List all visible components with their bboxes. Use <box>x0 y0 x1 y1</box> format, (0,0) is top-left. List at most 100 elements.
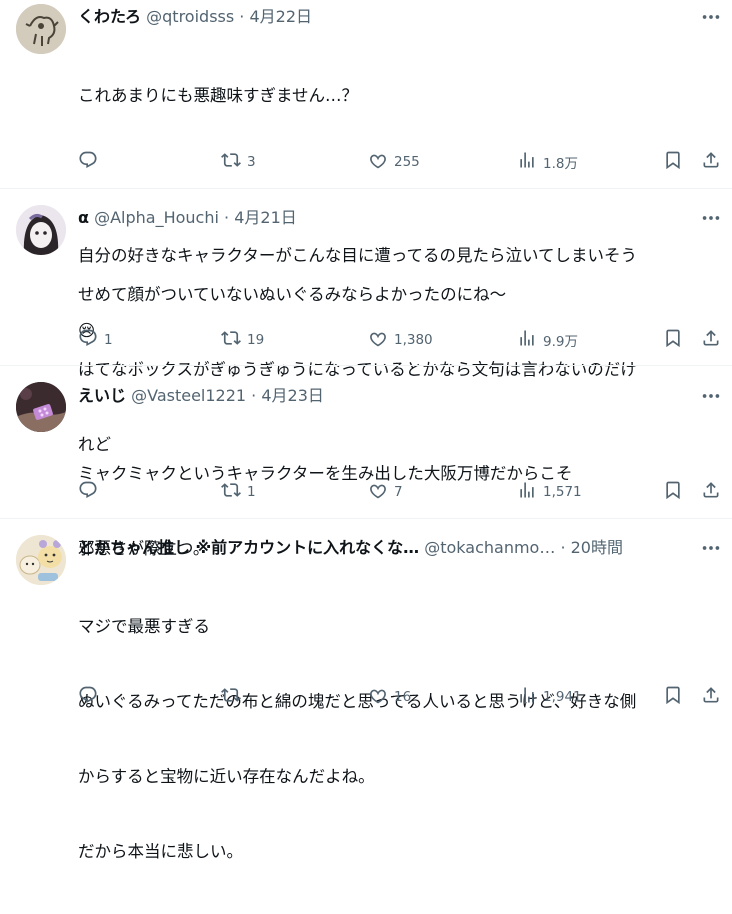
like-count: 7 <box>394 484 403 500</box>
reply-icon <box>78 328 98 352</box>
retweet-button[interactable]: 19 <box>221 329 264 351</box>
reply-icon <box>78 480 98 504</box>
timestamp[interactable]: 4月21日 <box>234 208 297 227</box>
like-icon <box>368 685 388 709</box>
user-handle[interactable]: @qtroidsss <box>146 7 234 26</box>
tweet-line: これあまりにも悪趣味すぎません…？ <box>78 86 359 105</box>
views-icon <box>517 150 537 174</box>
separator-dot: · <box>560 538 566 557</box>
share-button[interactable] <box>701 686 721 708</box>
views-button[interactable]: 1,571 <box>517 481 582 503</box>
views-icon <box>517 685 537 709</box>
share-button[interactable] <box>701 481 721 503</box>
tweet[interactable]: とかちゃん推し ※前アカウントに入れなくな… @tokachanmo… · 20… <box>0 519 732 861</box>
like-button[interactable]: 7 <box>368 481 403 503</box>
like-count: 16 <box>394 689 412 705</box>
timestamp[interactable]: 20時間 <box>571 538 623 557</box>
like-button[interactable]: 16 <box>368 686 411 708</box>
display-name[interactable]: くわたろ <box>78 7 141 26</box>
more-icon[interactable] <box>700 207 722 229</box>
reply-button[interactable] <box>78 481 104 503</box>
display-name[interactable]: えいじ <box>78 386 126 405</box>
retweet-button[interactable]: 1 <box>221 481 256 503</box>
like-icon <box>368 328 388 352</box>
reply-icon <box>78 150 98 174</box>
retweet-button[interactable]: 3 <box>221 151 256 173</box>
tweet-line: せめて顔がついていないぬいぐるみならよかったのにね～ <box>78 285 507 304</box>
tweet-header: えいじ @Vasteel1221 · 4月23日 <box>78 385 692 407</box>
more-icon[interactable] <box>700 537 722 559</box>
separator-dot: · <box>251 386 257 405</box>
avatar[interactable] <box>16 382 66 432</box>
tweet-line: からすると宝物に近い存在なんだよね。 <box>78 767 375 786</box>
reply-count: 1 <box>104 332 113 348</box>
tweet[interactable]: くわたろ @qtroidsss · 4月22日 これあまりにも悪趣味すぎません…… <box>0 0 732 340</box>
retweet-count: 19 <box>247 332 265 348</box>
share-icon <box>701 328 721 352</box>
user-handle[interactable]: @Alpha_Houchi <box>94 208 219 227</box>
like-button[interactable]: 255 <box>368 151 420 173</box>
retweet-icon <box>221 150 241 174</box>
views-button[interactable]: 1,941 <box>517 686 582 708</box>
share-icon <box>701 480 721 504</box>
avatar[interactable] <box>16 535 66 585</box>
action-bar: 3 255 1.8万 <box>78 151 722 173</box>
tweet-line: マジで最悪すぎる <box>78 617 210 636</box>
timestamp[interactable]: 4月23日 <box>261 386 324 405</box>
tweet[interactable]: α @Alpha_Houchi · 4月21日 せめて顔がついていないぬいぐるみ… <box>0 189 732 454</box>
like-icon <box>368 480 388 504</box>
share-icon <box>701 150 721 174</box>
retweet-count: 1 <box>247 484 256 500</box>
retweet-button[interactable] <box>221 686 247 708</box>
tweet-header: α @Alpha_Houchi · 4月21日 <box>78 207 692 229</box>
timestamp[interactable]: 4月22日 <box>249 7 312 26</box>
like-count: 255 <box>394 154 420 170</box>
tweet-line: だから本当に悲しい。 <box>78 842 243 861</box>
views-count: 1,941 <box>543 689 582 705</box>
user-handle[interactable]: @Vasteel1221 <box>131 386 246 405</box>
like-icon <box>368 150 388 174</box>
views-count: 1,571 <box>543 484 582 500</box>
display-name[interactable]: とかちゃん推し ※前アカウントに入れなくな… <box>78 538 419 557</box>
bookmark-button[interactable] <box>663 329 683 351</box>
views-icon <box>517 480 537 504</box>
bookmark-icon <box>663 480 683 504</box>
views-button[interactable]: 1.8万 <box>517 151 578 173</box>
retweet-icon <box>221 685 241 709</box>
action-bar: 16 1,941 <box>78 686 722 708</box>
share-button[interactable] <box>701 151 721 173</box>
share-button[interactable] <box>701 329 721 351</box>
avatar[interactable] <box>16 4 66 54</box>
views-count: 9.9万 <box>543 334 578 350</box>
reply-icon <box>78 685 98 709</box>
retweet-icon <box>221 328 241 352</box>
bookmark-icon <box>663 328 683 352</box>
bookmark-button[interactable] <box>663 481 683 503</box>
tweet-text: マジで最悪すぎる ぬいぐるみってただの布と綿の塊だと思ってる人いると思うけど、好… <box>78 564 718 914</box>
like-button[interactable]: 1,380 <box>368 329 433 351</box>
display-name[interactable]: α <box>78 208 89 227</box>
views-icon <box>517 328 537 352</box>
views-count: 1.8万 <box>543 156 578 172</box>
tweet-header: くわたろ @qtroidsss · 4月22日 <box>78 6 692 28</box>
views-button[interactable]: 9.9万 <box>517 329 578 351</box>
tweet-header: とかちゃん推し ※前アカウントに入れなくな… @tokachanmo… · 20… <box>78 537 692 559</box>
reply-button[interactable] <box>78 686 104 708</box>
like-count: 1,380 <box>394 332 433 348</box>
tweet[interactable]: えいじ @Vasteel1221 · 4月23日 ミャクミャクというキャラクター… <box>0 366 732 558</box>
bookmark-button[interactable] <box>663 686 683 708</box>
bookmark-button[interactable] <box>663 151 683 173</box>
retweet-icon <box>221 480 241 504</box>
action-bar: 1 19 1,380 9.9万 <box>78 329 722 351</box>
reply-button[interactable] <box>78 151 104 173</box>
user-handle[interactable]: @tokachanmo… <box>424 538 555 557</box>
action-bar: 1 7 1,571 <box>78 481 722 503</box>
more-icon[interactable] <box>700 6 722 28</box>
reply-button[interactable]: 1 <box>78 329 113 351</box>
more-icon[interactable] <box>700 385 722 407</box>
separator-dot: · <box>224 208 230 227</box>
bookmark-icon <box>663 685 683 709</box>
share-icon <box>701 685 721 709</box>
separator-dot: · <box>239 7 245 26</box>
avatar[interactable] <box>16 205 66 255</box>
